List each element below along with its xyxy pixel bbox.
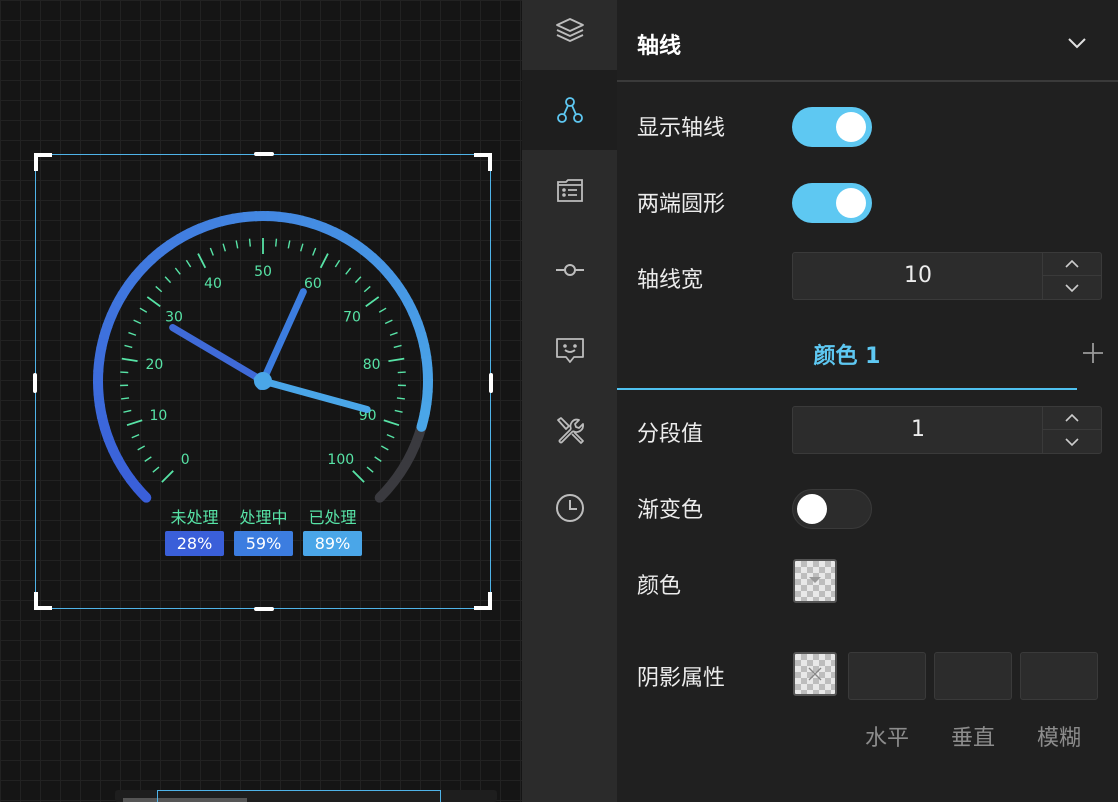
segment-value[interactable]: 1 — [793, 407, 1043, 453]
segment-value-stepper[interactable]: 1 — [792, 406, 1102, 454]
rail-tools[interactable] — [522, 390, 617, 470]
shadow-vertical-input[interactable] — [934, 652, 1012, 700]
status-percent-badge: 59% — [234, 531, 293, 556]
rail-list[interactable] — [522, 150, 617, 230]
chevron-down-icon[interactable] — [1064, 30, 1090, 56]
shadow-horizontal-input[interactable] — [848, 652, 926, 700]
rail-history[interactable] — [522, 468, 617, 548]
plus-icon[interactable] — [1082, 342, 1104, 364]
chevron-up-icon — [1065, 413, 1079, 422]
axis-width-value[interactable]: 10 — [793, 253, 1043, 299]
resize-handle-top[interactable] — [254, 152, 274, 156]
status-label: 未处理 — [170, 508, 219, 527]
axis-width-stepper[interactable]: 10 — [792, 252, 1102, 300]
nodes-icon — [556, 97, 583, 123]
cross-icon — [808, 667, 822, 681]
status-item-processing: 处理中 59% — [234, 507, 293, 556]
rail-commit[interactable] — [522, 230, 617, 310]
resize-handle-bottom[interactable] — [254, 607, 274, 611]
clock-icon — [555, 494, 584, 522]
commit-icon — [555, 264, 584, 276]
round-ends-toggle[interactable] — [792, 183, 872, 223]
status-label: 处理中 — [239, 508, 288, 527]
status-label: 已处理 — [308, 508, 357, 527]
shadow-color-swatch[interactable] — [793, 652, 837, 696]
shadow-blur-input[interactable] — [1020, 652, 1098, 700]
chevron-up-icon — [1065, 259, 1079, 268]
increment-button[interactable] — [1043, 407, 1101, 430]
shadow-label: 阴影属性 — [637, 666, 726, 691]
show-axis-label: 显示轴线 — [637, 116, 726, 141]
editor-canvas[interactable]: 0 10 20 30 40 50 60 70 80 90 100 未处理 28% 处理中 59% 已… — [0, 0, 522, 802]
property-panel: 轴线 显示轴线 两端圆形 轴线宽 10 颜色 1 分段值 1 渐变色 颜色 阴影… — [617, 0, 1118, 802]
decrement-button[interactable] — [1043, 276, 1101, 299]
shadow-vertical-caption: 垂直 — [950, 726, 995, 751]
resize-handle-bottom-right[interactable] — [474, 592, 492, 610]
show-axis-toggle[interactable] — [792, 107, 872, 147]
tab-label: 颜色 1 — [813, 344, 881, 369]
shadow-blur-caption: 模糊 — [1036, 726, 1081, 751]
status-item-done: 已处理 89% — [303, 507, 362, 556]
status-legend: 未处理 28% 处理中 59% 已处理 89% — [165, 507, 362, 556]
color-label: 颜色 — [637, 574, 682, 599]
status-percent-badge: 89% — [303, 531, 362, 556]
tools-icon — [556, 417, 584, 444]
chat-icon — [555, 338, 584, 363]
panel-title: 轴线 — [637, 34, 682, 59]
color-swatch[interactable] — [793, 559, 837, 603]
resize-handle-bottom-left[interactable] — [34, 592, 52, 610]
panel-header[interactable]: 轴线 — [617, 0, 1118, 82]
rail-chat[interactable] — [522, 310, 617, 390]
chevron-down-icon — [1065, 283, 1079, 292]
chevron-down-icon — [1065, 437, 1079, 446]
status-item-pending: 未处理 28% — [165, 507, 224, 556]
round-ends-label: 两端圆形 — [637, 192, 726, 217]
gradient-label: 渐变色 — [637, 498, 704, 523]
rail-layers[interactable] — [522, 0, 617, 70]
tab-color-1[interactable]: 颜色 1 — [617, 314, 1077, 390]
decrement-button[interactable] — [1043, 430, 1101, 453]
dropdown-caret-icon — [809, 577, 821, 583]
resize-handle-top-left[interactable] — [34, 153, 52, 171]
shadow-horizontal-caption: 水平 — [864, 726, 909, 751]
toggle-knob — [836, 112, 866, 142]
gradient-toggle[interactable] — [792, 489, 872, 529]
axis-width-label: 轴线宽 — [637, 268, 704, 293]
status-percent-badge: 28% — [165, 531, 224, 556]
scrollbar-thumb[interactable] — [157, 790, 441, 802]
segment-value-label: 分段值 — [637, 422, 704, 447]
rail-axis[interactable] — [522, 70, 617, 150]
resize-handle-left[interactable] — [33, 373, 37, 393]
resize-handle-top-right[interactable] — [474, 153, 492, 171]
increment-button[interactable] — [1043, 253, 1101, 276]
toggle-knob — [836, 188, 866, 218]
layers-icon — [555, 18, 584, 42]
panel-icon-rail — [522, 0, 617, 802]
toggle-knob — [797, 494, 827, 524]
resize-handle-right[interactable] — [489, 373, 493, 393]
horizontal-scrollbar[interactable] — [115, 790, 497, 802]
list-icon — [556, 179, 583, 202]
